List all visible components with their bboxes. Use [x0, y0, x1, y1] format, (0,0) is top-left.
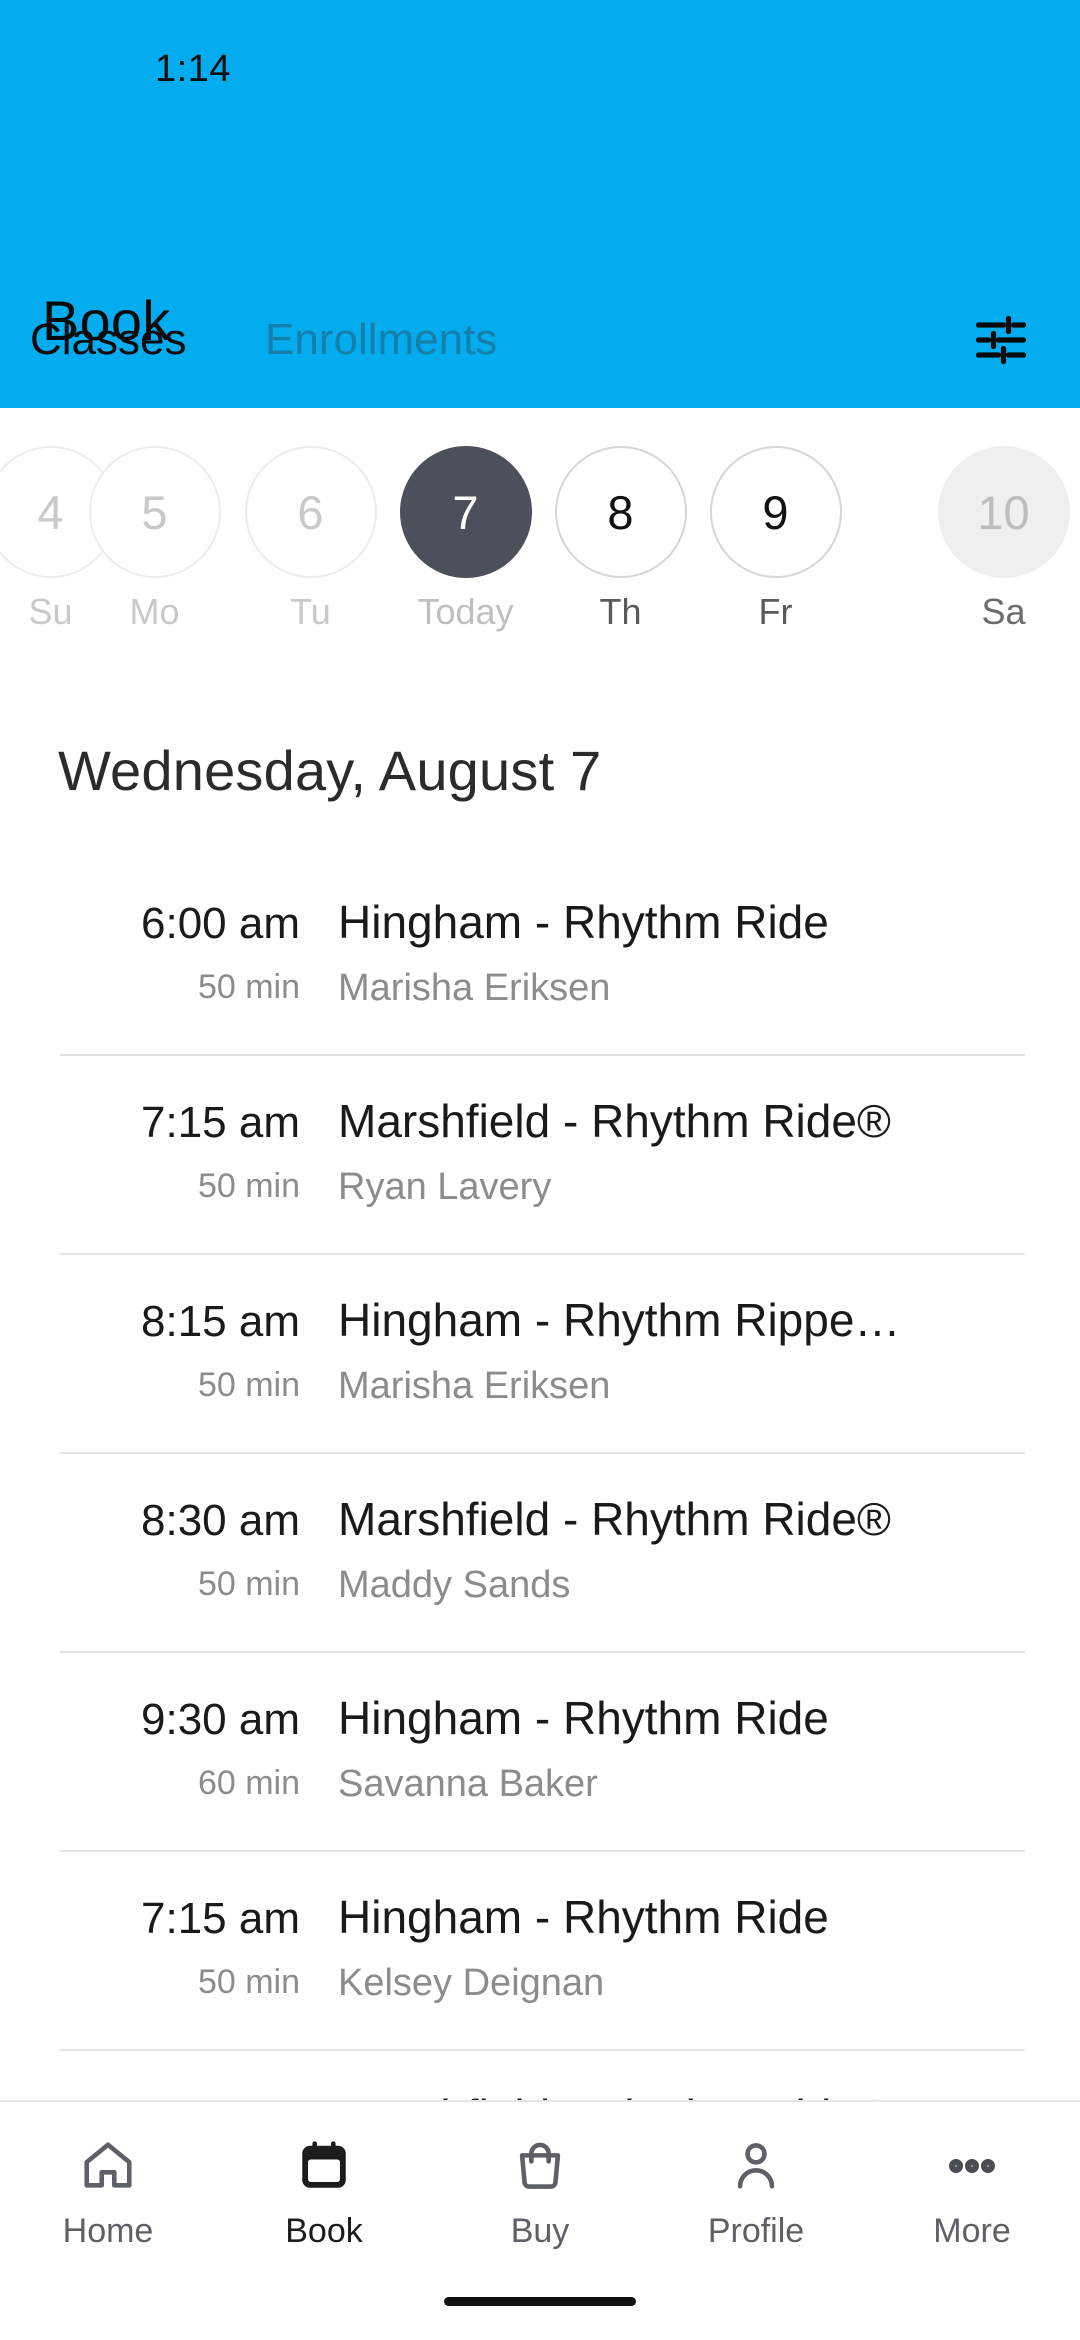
- class-instructor: Kelsey Deignan: [338, 1962, 605, 2004]
- date-chip-number: 5: [88, 446, 221, 578]
- date-chip-weekday: Su: [28, 591, 73, 632]
- nav-item-buy[interactable]: Buy: [432, 2102, 648, 2282]
- nav-label-home: Home: [62, 2212, 154, 2250]
- class-info-column: Hingham - Rhythm Ride Kelsey Deignan: [338, 1850, 1044, 2049]
- class-schedule-list[interactable]: 6:00 am 50 min Hingham - Rhythm Ride Mar…: [0, 855, 1080, 2100]
- class-list-item[interactable]: 8:15 am 50 min Hingham - Rhythm Rippe… M…: [0, 1253, 1080, 1452]
- class-info-column: Hingham - Rhythm Ride Marisha Eriksen: [338, 855, 1044, 1054]
- nav-label-more: More: [933, 2212, 1011, 2250]
- class-instructor: Ryan Lavery: [338, 1166, 552, 1208]
- class-duration: 50 min: [197, 1366, 300, 1404]
- class-start-time: 6:00 am: [141, 899, 300, 948]
- nav-label-book: Book: [285, 2212, 363, 2250]
- class-instructor: Maddy Sands: [338, 1564, 571, 1606]
- app-bar: Book: [0, 140, 1080, 365]
- class-start-time: 7:15 am: [141, 1098, 300, 1147]
- home-indicator-bar: [444, 2297, 636, 2306]
- class-duration: 50 min: [197, 1167, 300, 1205]
- date-chip-7-today[interactable]: 7 Today: [388, 446, 543, 634]
- date-chip-number: 7: [399, 446, 532, 578]
- class-info-column: Hingham - Rhythm Rippe… Marisha Eriksen: [338, 1253, 1044, 1452]
- class-start-time: 8:30 am: [141, 1496, 300, 1545]
- class-name: Hingham - Rhythm Ride: [338, 1891, 829, 1943]
- class-duration: 60 min: [197, 1764, 300, 1802]
- ellipsis-icon: [940, 2134, 1004, 2198]
- class-list-item[interactable]: 7:15 am 50 min Hingham - Rhythm Ride Kel…: [0, 1850, 1080, 2049]
- nav-item-book[interactable]: Book: [216, 2102, 432, 2282]
- class-duration: 50 min: [197, 1963, 300, 2001]
- class-time-column: 7:15 am 50 min: [0, 1054, 300, 1253]
- tab-classes[interactable]: Classes: [30, 305, 187, 375]
- class-start-time: 7:15 am: [141, 1894, 300, 1943]
- calendar-icon: [292, 2134, 356, 2198]
- class-list-item[interactable]: 6:00 am 50 min Hingham - Rhythm Ride Mar…: [0, 855, 1080, 1054]
- class-info-column: Marshfield - Rhythm Ride® Ryan Lavery: [338, 1054, 1044, 1253]
- app-header: 1:14 Book Classes Enrollments: [0, 0, 1080, 408]
- class-name: Marshfield - Rhythm Ride®: [338, 2085, 1044, 2100]
- shopping-bag-icon: [508, 2134, 572, 2198]
- class-time-column: 9:30 am 60 min: [0, 1651, 300, 1850]
- date-chip-number: 10: [937, 446, 1070, 578]
- mobile-app-screen: 1:14 Book Classes Enrollments 4 Su 5 Mo …: [0, 0, 1080, 2340]
- status-bar-clock: 1:14: [155, 48, 231, 90]
- bottom-nav-items: Home Book Buy Profile More: [0, 2102, 1080, 2282]
- class-list-item[interactable]: 8:30 am 50 min Marshfield - Rhythm Ride®…: [0, 1452, 1080, 1651]
- date-chip-10[interactable]: 10 Sa: [926, 446, 1080, 634]
- class-list-item[interactable]: 7:15 am Marshfield - Rhythm Ride®: [0, 2049, 1080, 2100]
- nav-label-profile: Profile: [707, 2212, 805, 2250]
- class-instructor: Marisha Eriksen: [338, 1365, 611, 1407]
- class-start-time: 8:15 am: [141, 1297, 300, 1346]
- bottom-navigation-bar: Home Book Buy Profile More: [0, 2100, 1080, 2340]
- class-duration: 50 min: [197, 1565, 300, 1603]
- date-chip-6[interactable]: 6 Tu: [233, 446, 388, 634]
- person-icon: [724, 2134, 788, 2198]
- class-instructor: Savanna Baker: [338, 1763, 598, 1805]
- class-time-column: 7:15 am 50 min: [0, 1850, 300, 2049]
- date-chip-number: 8: [554, 446, 687, 578]
- date-chip-number: 9: [709, 446, 842, 578]
- date-selector-strip[interactable]: 4 Su 5 Mo 6 Tu 7 Today 8 Th 9 Fr 10 Sa: [0, 408, 1080, 678]
- class-info-column: Marshfield - Rhythm Ride®: [338, 2049, 1044, 2100]
- date-chip-number: 6: [244, 446, 377, 578]
- date-chip-weekday: Mo: [129, 591, 180, 632]
- class-name: Hingham - Rhythm Ride: [338, 1692, 829, 1744]
- class-time-column: 6:00 am 50 min: [0, 855, 300, 1054]
- class-start-time: 9:30 am: [141, 1695, 300, 1744]
- date-chip-5[interactable]: 5 Mo: [77, 446, 232, 634]
- class-info-column: Marshfield - Rhythm Ride® Maddy Sands: [338, 1452, 1044, 1651]
- nav-label-buy: Buy: [510, 2212, 570, 2250]
- class-name: Hingham - Rhythm Rippe…: [338, 1294, 901, 1346]
- selected-date-heading: Wednesday, August 7: [58, 739, 602, 802]
- class-name: Marshfield - Rhythm Ride®: [338, 1493, 891, 1545]
- class-instructor: Marisha Eriksen: [338, 967, 611, 1009]
- date-chip-weekday: Tu: [290, 591, 331, 632]
- date-chip-weekday: Th: [599, 591, 642, 632]
- class-list-item[interactable]: 9:30 am 60 min Hingham - Rhythm Ride Sav…: [0, 1651, 1080, 1850]
- class-list-item[interactable]: 7:15 am 50 min Marshfield - Rhythm Ride®…: [0, 1054, 1080, 1253]
- nav-item-profile[interactable]: Profile: [648, 2102, 864, 2282]
- nav-item-more[interactable]: More: [864, 2102, 1080, 2282]
- class-time-column: 7:15 am: [0, 2049, 300, 2100]
- class-duration: 50 min: [197, 968, 300, 1006]
- class-name: Hingham - Rhythm Ride: [338, 896, 829, 948]
- date-chip-8[interactable]: 8 Th: [543, 446, 698, 634]
- class-time-column: 8:15 am 50 min: [0, 1253, 300, 1452]
- class-time-column: 8:30 am 50 min: [0, 1452, 300, 1651]
- date-chip-weekday: Today: [417, 591, 514, 632]
- tab-enrollments[interactable]: Enrollments: [265, 305, 497, 375]
- nav-item-home[interactable]: Home: [0, 2102, 216, 2282]
- date-chip-weekday: Sa: [981, 591, 1026, 632]
- home-icon: [76, 2134, 140, 2198]
- tab-bar: Classes Enrollments: [0, 305, 1080, 405]
- class-info-column: Hingham - Rhythm Ride Savanna Baker: [338, 1651, 1044, 1850]
- date-chip-9[interactable]: 9 Fr: [698, 446, 853, 634]
- class-name: Marshfield - Rhythm Ride®: [338, 1095, 891, 1147]
- class-start-time: 7:15 am: [141, 2089, 300, 2100]
- status-bar: 1:14: [0, 0, 1080, 120]
- date-chip-weekday: Fr: [758, 591, 793, 632]
